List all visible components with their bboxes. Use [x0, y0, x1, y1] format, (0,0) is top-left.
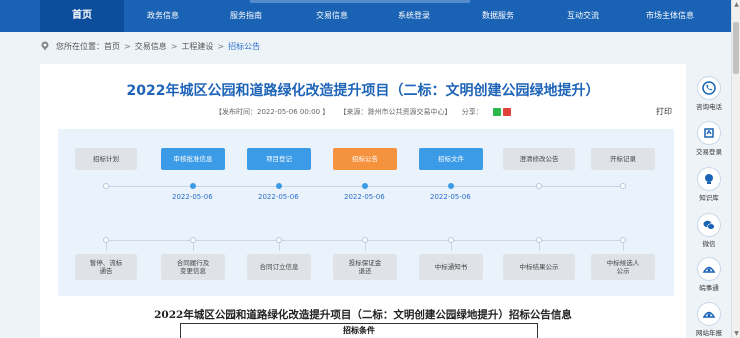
- share-label: 分享：: [461, 108, 483, 116]
- side-widget-hotline[interactable]: 咨询电话: [690, 76, 728, 111]
- timeline-tick: [539, 243, 540, 251]
- scroll-up-arrow-icon[interactable]: ▲: [733, 1, 740, 8]
- bid-conditions-table-header: 招标条件: [180, 323, 538, 338]
- login-icon: [697, 121, 721, 145]
- publish-time: 【发布时间：2022-05-06 00:00 】: [214, 108, 330, 116]
- side-widget-wanshitong[interactable]: 皖事通: [690, 257, 728, 292]
- step-approval-info[interactable]: 审核批准信息: [161, 148, 225, 170]
- vertical-scrollbar[interactable]: ▲ ▼: [731, 0, 740, 338]
- step-project-registration[interactable]: 项目登记: [247, 148, 311, 170]
- print-button[interactable]: 打印: [656, 106, 672, 117]
- timeline-tick: [451, 243, 452, 251]
- step-date: 2022-05-06: [344, 193, 385, 201]
- side-widget-knowledge[interactable]: 知识库: [690, 167, 728, 202]
- breadcrumb: 您所在位置： 首页 > 交易信息 > 工程建设 > 招标公告: [40, 38, 260, 54]
- side-widget-label: 知识库: [699, 194, 719, 202]
- timeline-tick: [106, 243, 107, 251]
- step-contract-signing[interactable]: 合同订立信息: [247, 254, 311, 280]
- nav-item-interaction[interactable]: 互动交流: [542, 0, 624, 32]
- side-widget-label: 网站年报: [696, 329, 722, 337]
- nav-item-data-service[interactable]: 数据服务: [454, 0, 542, 32]
- timeline-dot-active: [276, 183, 282, 189]
- wanshitong-icon: [697, 257, 721, 281]
- weibo-share-icon[interactable]: [503, 108, 511, 116]
- source: 【来源：滁州市公共资源交易中心】: [339, 108, 452, 116]
- step-suspension-notice[interactable]: 暂停、流标 通告: [75, 254, 137, 280]
- step-date: 2022-05-06: [172, 193, 213, 201]
- step-candidate-publicity[interactable]: 中标候选人 公示: [591, 254, 655, 280]
- step-deposit-refund[interactable]: 投标保证金 退还: [333, 254, 397, 280]
- knowledge-icon: [697, 167, 721, 191]
- step-date: 2022-05-06: [258, 193, 299, 201]
- phone-icon: [697, 76, 721, 100]
- step-tender-documents[interactable]: 招标文件: [419, 148, 483, 170]
- step-date: 2022-05-06: [430, 193, 471, 201]
- timeline-dot-active: [448, 183, 454, 189]
- breadcrumb-current[interactable]: 招标公告: [228, 41, 260, 52]
- breadcrumb-separator: >: [170, 41, 178, 51]
- timeline-tick: [279, 243, 280, 251]
- top-nav-bar: 首页 政务信息 服务指南 交易信息 系统登录 数据服务 互动交流 市场主体信息: [0, 0, 740, 32]
- breadcrumb-separator: >: [124, 41, 131, 51]
- timeline-dot: [620, 183, 626, 189]
- step-award-result[interactable]: 中标结果公示: [503, 254, 575, 280]
- scroll-down-arrow-icon[interactable]: ▼: [733, 330, 740, 337]
- report-icon: [697, 302, 721, 326]
- nav-item-market-entity[interactable]: 市场主体信息: [624, 0, 716, 32]
- breadcrumb-engineering[interactable]: 工程建设: [181, 41, 213, 52]
- breadcrumb-home[interactable]: 首页: [104, 41, 120, 52]
- side-widget-label: 微信: [702, 240, 716, 248]
- step-award-notice[interactable]: 中标通知书: [419, 254, 483, 280]
- nav-item-system-login[interactable]: 系统登录: [374, 0, 454, 32]
- scrollbar-thumb[interactable]: [733, 22, 739, 74]
- info-title: 2022年城区公园和道路绿化改造提升项目（二标：文明创建公园绿地提升）招标公告信…: [154, 309, 572, 321]
- step-contract-performance[interactable]: 合同履行及 变更信息: [161, 254, 225, 280]
- breadcrumb-separator: >: [217, 41, 225, 51]
- share-icons: [493, 108, 511, 116]
- side-widget-login[interactable]: 交易登录: [690, 121, 728, 156]
- breadcrumb-trade-info[interactable]: 交易信息: [135, 41, 167, 52]
- page-title: 2022年城区公园和道路绿化改造提升项目（二标：文明创建公园绿地提升）: [126, 83, 600, 99]
- side-widget-label: 交易登录: [696, 148, 722, 156]
- nav-item-home[interactable]: 首页: [40, 0, 124, 32]
- side-widget-annual-report[interactable]: 网站年报: [690, 302, 728, 337]
- breadcrumb-prefix: 您所在位置：: [56, 41, 104, 51]
- timeline-tick: [193, 243, 194, 251]
- nav-item-trade-info[interactable]: 交易信息: [290, 0, 374, 32]
- article-card: 2022年城区公园和道路绿化改造提升项目（二标：文明创建公园绿地提升） 【发布时…: [40, 64, 686, 338]
- wechat-icon: [697, 213, 721, 237]
- side-widget-wechat[interactable]: 微信: [690, 213, 728, 248]
- process-flow: 招标计划 审核批准信息 项目登记 招标公告 招标文件 澄清修改公告 开标记录 2…: [58, 129, 674, 296]
- timeline-dot-active: [190, 183, 196, 189]
- wechat-share-icon[interactable]: [493, 108, 501, 116]
- side-widget-label: 皖事通: [699, 284, 719, 292]
- timeline-dot: [536, 183, 542, 189]
- step-clarification-notice[interactable]: 澄清修改公告: [503, 148, 575, 170]
- step-tender-notice[interactable]: 招标公告: [333, 148, 397, 170]
- location-pin-icon: [41, 41, 49, 51]
- nav-item-government-info[interactable]: 政务信息: [124, 0, 202, 32]
- step-bid-plan[interactable]: 招标计划: [75, 148, 137, 170]
- article-meta: 【发布时间：2022-05-06 00:00 】 【来源：滁州市公共资源交易中心…: [40, 107, 686, 117]
- main-nav: 首页 政务信息 服务指南 交易信息 系统登录 数据服务 互动交流 市场主体信息: [40, 0, 716, 32]
- timeline-dot: [103, 183, 109, 189]
- nav-item-service-guide[interactable]: 服务指南: [202, 0, 290, 32]
- side-widget-label: 咨询电话: [696, 103, 722, 111]
- step-bid-opening-record[interactable]: 开标记录: [591, 148, 655, 170]
- timeline-dot-active: [362, 183, 368, 189]
- timeline-tick: [365, 243, 366, 251]
- timeline-tick: [623, 243, 624, 251]
